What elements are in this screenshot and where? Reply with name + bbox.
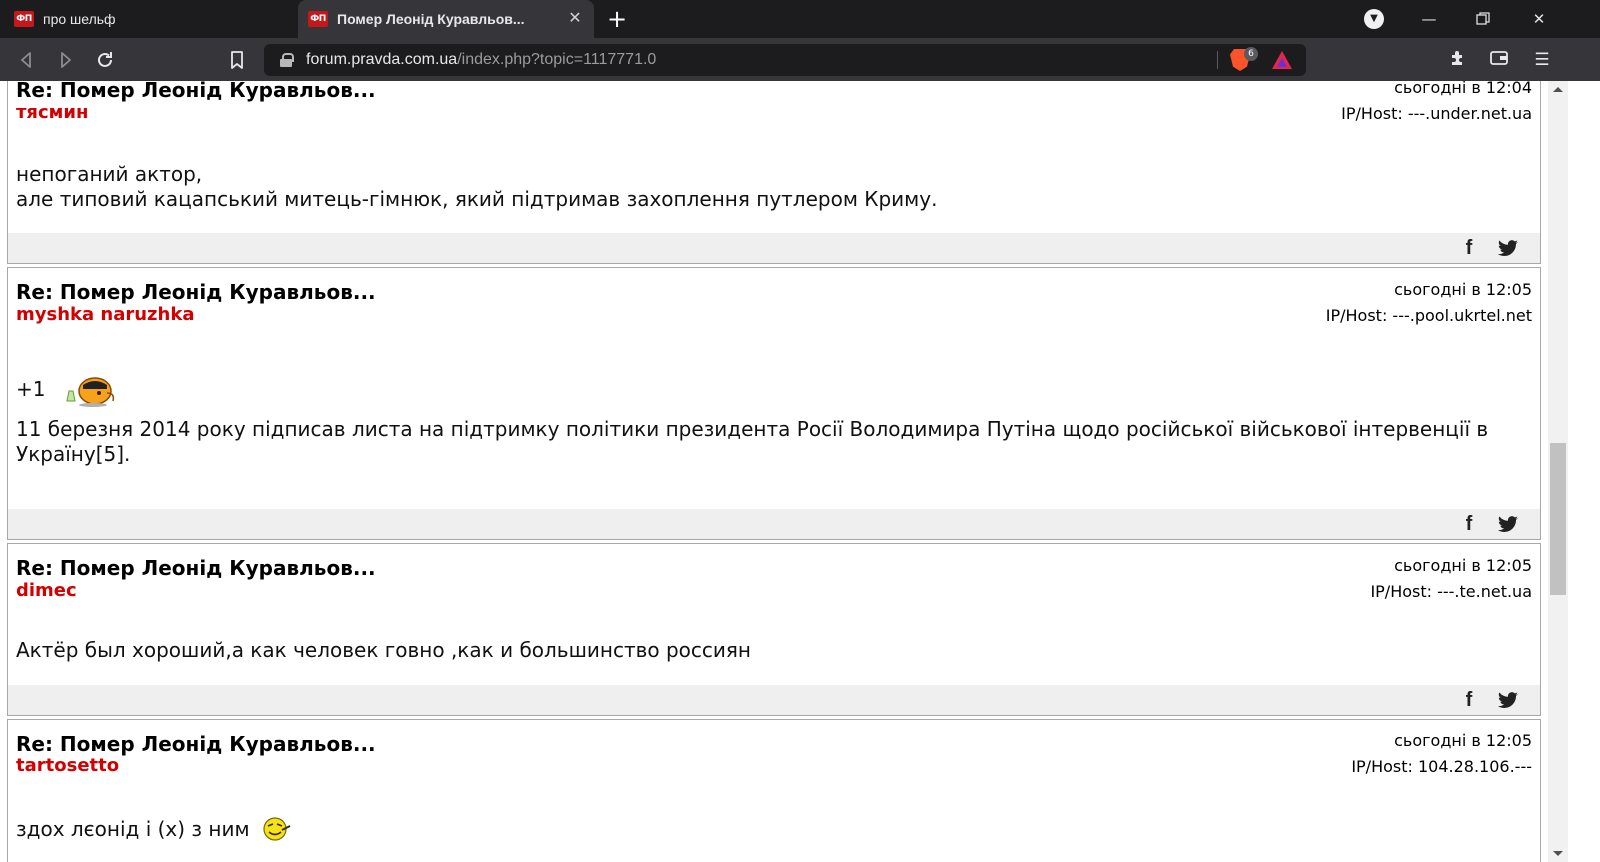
forum-post: Re: Помер Леонід Куравльов... tartosetto… <box>7 719 1541 862</box>
facebook-share-icon[interactable]: f <box>1462 513 1476 535</box>
tab-title: про шельф <box>43 11 116 27</box>
minimize-icon[interactable]: — <box>1406 0 1452 38</box>
post-text: Актёр был хороший,а как человек говно ,к… <box>16 638 752 662</box>
post-author[interactable]: tartosetto <box>16 755 119 776</box>
post-title[interactable]: Re: Помер Леонід Куравльов... <box>16 732 376 756</box>
post-author[interactable]: тясмин <box>16 102 88 123</box>
maximize-icon[interactable] <box>1460 0 1506 38</box>
forum-post: Re: Помер Леонід Куравльов... myshka nar… <box>7 267 1541 540</box>
window-edge <box>1568 81 1600 862</box>
post-footer: f <box>8 685 1540 715</box>
post-date: сьогодні в 12:05 <box>1394 556 1532 575</box>
post-text-row: здох лєонід і (х) з ним <box>16 816 1500 842</box>
address-bar[interactable]: forum.pravda.com.ua/index.php?topic=1117… <box>264 44 1306 76</box>
tab-title: Помер Леонід Куравльов... <box>337 11 525 27</box>
brave-rewards-icon[interactable] <box>1272 51 1292 69</box>
post-author[interactable]: dimec <box>16 580 77 601</box>
post-title[interactable]: Re: Помер Леонід Куравльов... <box>16 81 376 102</box>
twitter-share-icon[interactable] <box>1498 692 1518 708</box>
smiley-fart-icon <box>262 817 291 841</box>
page-scrollbar[interactable] <box>1548 81 1568 862</box>
reload-icon[interactable] <box>92 47 118 73</box>
post-text: +1 <box>16 376 46 401</box>
post-author[interactable]: myshka naruzhka <box>16 304 194 325</box>
post-body: Актёр был хороший,а как человек говно ,к… <box>16 638 1500 663</box>
bookmark-icon[interactable] <box>224 47 250 73</box>
post-ip: IP/Host: ---.under.net.ua <box>1341 104 1532 123</box>
tab-pro-shelf[interactable]: ФП про шельф <box>14 0 294 38</box>
menu-icon[interactable]: ☰ <box>1530 48 1554 72</box>
post-text: але типовий кацапський митець-гімнюк, як… <box>16 187 938 211</box>
post-footer: f <box>8 233 1540 263</box>
smiley-drinking-icon <box>66 377 115 407</box>
close-window-icon[interactable]: ✕ <box>1516 0 1562 38</box>
post-text: здох лєонід і (х) з ним <box>16 816 250 841</box>
url-text[interactable]: forum.pravda.com.ua/index.php?topic=1117… <box>306 51 656 69</box>
post-body: +1 11 березня 2014 року підписав листа н… <box>16 371 1500 467</box>
post-body: здох лєонід і (х) з ним <box>16 816 1500 842</box>
close-tab-icon[interactable]: ✕ <box>566 10 584 28</box>
tab-active[interactable]: ФП Помер Леонід Куравльов... ✕ <box>298 0 594 38</box>
shields-count-badge: 6 <box>1244 47 1258 61</box>
post-title[interactable]: Re: Помер Леонід Куравльов... <box>16 280 376 304</box>
post-footer: f <box>8 509 1540 539</box>
lock-icon[interactable] <box>280 53 294 67</box>
tab-strip: ФП про шельф ФП Помер Леонід Куравльов..… <box>0 0 1600 38</box>
post-text: 11 березня 2014 року підписав листа на п… <box>16 417 1489 466</box>
site-favicon-icon: ФП <box>308 11 328 27</box>
post-date: сьогодні в 12:04 <box>1394 81 1532 97</box>
post-ip: IP/Host: ---.pool.ukrtel.net <box>1325 306 1532 325</box>
post-text-row: +1 <box>16 371 1500 407</box>
twitter-share-icon[interactable] <box>1498 516 1518 532</box>
scroll-up-icon[interactable] <box>1553 87 1563 92</box>
scrollbar-thumb[interactable] <box>1550 443 1566 595</box>
back-icon[interactable] <box>14 47 40 73</box>
forum-post: Re: Помер Леонід Куравльов... тясмин сьо… <box>7 81 1541 264</box>
post-text: непоганий актор, <box>16 162 203 186</box>
extensions-icon[interactable] <box>1446 48 1470 72</box>
forum-page: Re: Помер Леонід Куравльов... тясмин сьо… <box>0 81 1548 862</box>
forward-icon[interactable] <box>52 47 78 73</box>
divider <box>1217 51 1218 69</box>
facebook-share-icon[interactable]: f <box>1462 689 1476 711</box>
facebook-share-icon[interactable]: f <box>1462 237 1476 259</box>
twitter-share-icon[interactable] <box>1498 240 1518 256</box>
post-date: сьогодні в 12:05 <box>1394 280 1532 299</box>
wallet-icon[interactable] <box>1487 48 1511 72</box>
forum-post: Re: Помер Леонід Куравльов... dimec сьог… <box>7 543 1541 716</box>
post-ip: IP/Host: 104.28.106.--- <box>1351 757 1532 776</box>
post-ip: IP/Host: ---.te.net.ua <box>1370 582 1532 601</box>
post-title[interactable]: Re: Помер Леонід Куравльов... <box>16 556 376 580</box>
tab-search-icon[interactable]: ▼ <box>1364 9 1384 29</box>
post-date: сьогодні в 12:05 <box>1394 731 1532 750</box>
scroll-down-icon[interactable] <box>1553 851 1563 856</box>
new-tab-button[interactable]: + <box>604 6 630 32</box>
post-body: непоганий актор, але типовий кацапський … <box>16 162 1500 212</box>
site-favicon-icon: ФП <box>14 11 34 27</box>
navigation-toolbar: forum.pravda.com.ua/index.php?topic=1117… <box>0 38 1600 81</box>
